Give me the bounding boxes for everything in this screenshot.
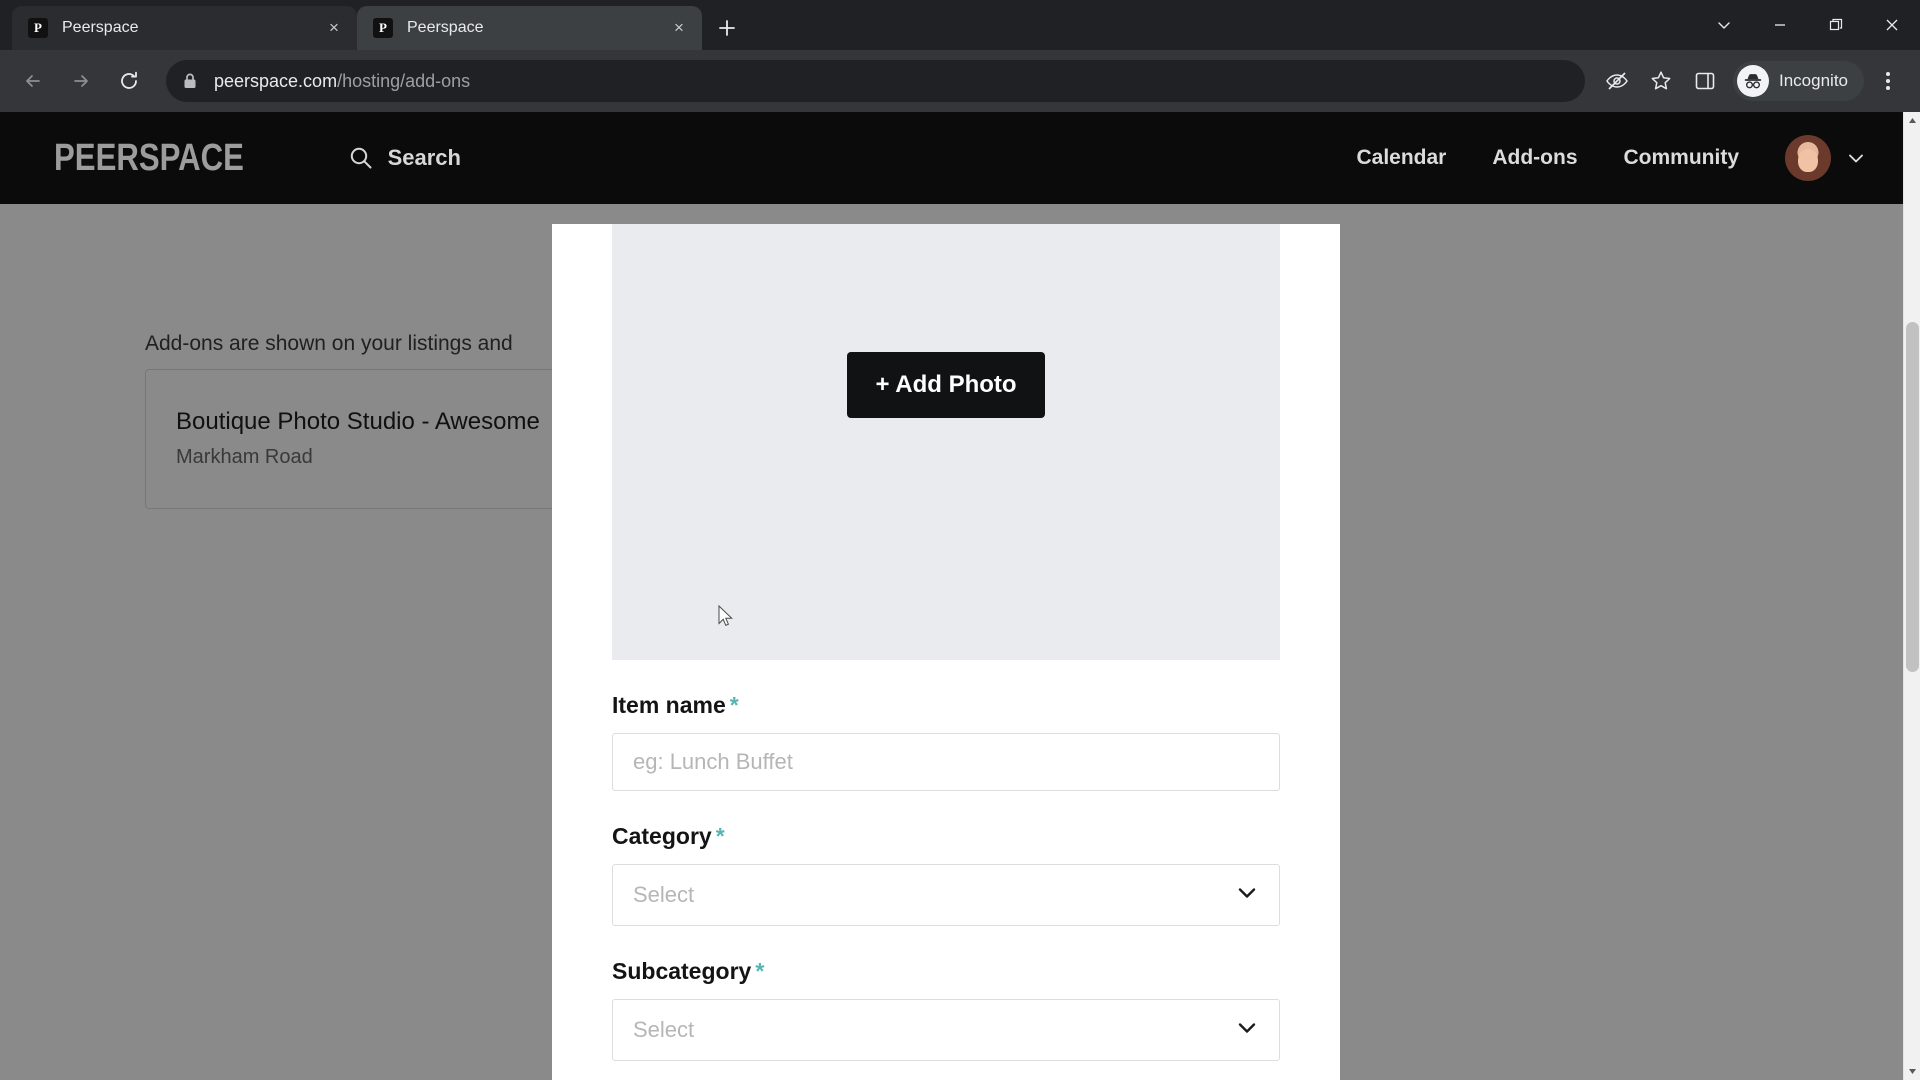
header-nav: Calendar Add-ons Community [1356,112,1867,204]
kebab-dot [1886,72,1890,76]
item-name-label: Item name * [612,692,1280,719]
subcategory-label: Subcategory * [612,958,1280,985]
profile-label: Incognito [1779,71,1848,90]
page-viewport: Add-ons are shown on your listings and B… [0,112,1920,1080]
site-header: PEERSPACE Search Calendar Add-ons Commun… [0,112,1903,204]
tab-title: Peerspace [62,19,139,36]
tab-search-icon[interactable] [1696,0,1752,50]
minimize-icon[interactable] [1752,0,1808,50]
tab-title: Peerspace [407,19,484,36]
mouse-cursor [718,604,734,634]
photo-upload-area[interactable]: + Add Photo [612,224,1280,660]
header-search-button[interactable]: Search [348,145,461,171]
category-select[interactable]: Select [612,864,1280,926]
item-name-label-text: Item name [612,692,726,718]
field-subcategory: Subcategory * Select [612,958,1280,1061]
subcategory-select[interactable]: Select [612,999,1280,1061]
browser-tab-1[interactable]: P Peerspace × [12,6,357,50]
address-path: /hosting/add-ons [337,70,471,91]
required-asterisk: * [755,958,765,984]
field-item-name: Item name * [612,692,1280,791]
star-icon[interactable] [1639,60,1683,102]
browser-window: P Peerspace × P Peerspace × peerspace.co… [0,0,1920,1080]
scroll-down-arrow-icon[interactable] [1904,1063,1920,1080]
back-icon[interactable] [12,60,54,102]
nav-item-calendar[interactable]: Calendar [1356,146,1446,170]
address-text: peerspace.com/hosting/add-ons [214,71,470,92]
add-photo-button[interactable]: + Add Photo [847,352,1045,418]
address-bar[interactable]: peerspace.com/hosting/add-ons [166,60,1585,102]
scrollbar-thumb[interactable] [1906,322,1919,672]
profile-incognito-button[interactable]: Incognito [1733,61,1864,101]
browser-toolbar: peerspace.com/hosting/add-ons Incognito [0,50,1920,112]
avatar [1785,135,1831,181]
nav-item-add-ons[interactable]: Add-ons [1492,146,1577,170]
more-menu-icon[interactable] [1868,60,1908,102]
window-controls [1696,0,1920,50]
account-menu[interactable] [1785,135,1867,181]
tab-strip: P Peerspace × P Peerspace × [0,0,1920,50]
lock-icon [182,72,198,90]
required-asterisk: * [729,692,739,718]
add-item-form: Item name* Category* Select [552,692,1340,1080]
add-item-modal: + Add Photo Item name* Category* [552,224,1340,1080]
kebab-dot [1886,86,1890,90]
forward-icon[interactable] [60,60,102,102]
tab-close-icon[interactable]: × [666,15,692,41]
new-tab-button[interactable] [708,9,746,47]
maximize-restore-icon[interactable] [1808,0,1864,50]
category-select-wrap: Select [612,864,1280,926]
category-label-text: Category [612,823,712,849]
subcategory-label-text: Subcategory [612,958,752,984]
incognito-icon [1737,65,1769,97]
subcategory-select-wrap: Select [612,999,1280,1061]
side-panel-icon[interactable] [1683,60,1727,102]
tab-close-icon[interactable]: × [321,15,347,41]
scroll-up-arrow-icon[interactable] [1904,112,1920,129]
close-window-icon[interactable] [1864,0,1920,50]
header-search-label: Search [387,145,461,170]
field-category: Category * Select [612,823,1280,926]
toolbar-icons: Incognito [1595,60,1908,102]
item-name-input[interactable] [612,733,1280,791]
reload-icon[interactable] [108,60,150,102]
browser-tab-2[interactable]: P Peerspace × [357,6,702,50]
address-domain: peerspace.com [214,70,338,91]
category-label: Category * [612,823,1280,850]
subcategory-select-value: Select [633,1017,695,1042]
search-icon [350,147,372,169]
required-asterisk: * [715,823,725,849]
nav-item-community[interactable]: Community [1624,146,1740,170]
chevron-down-icon [1849,154,1863,163]
eye-slash-icon[interactable] [1595,60,1639,102]
page-scrollbar[interactable] [1903,112,1920,1080]
kebab-dot [1886,79,1890,83]
peerspace-logo[interactable]: PEERSPACE [54,137,244,180]
category-select-value: Select [633,882,695,907]
tab-favicon: P [28,18,48,38]
tab-favicon: P [373,18,393,38]
